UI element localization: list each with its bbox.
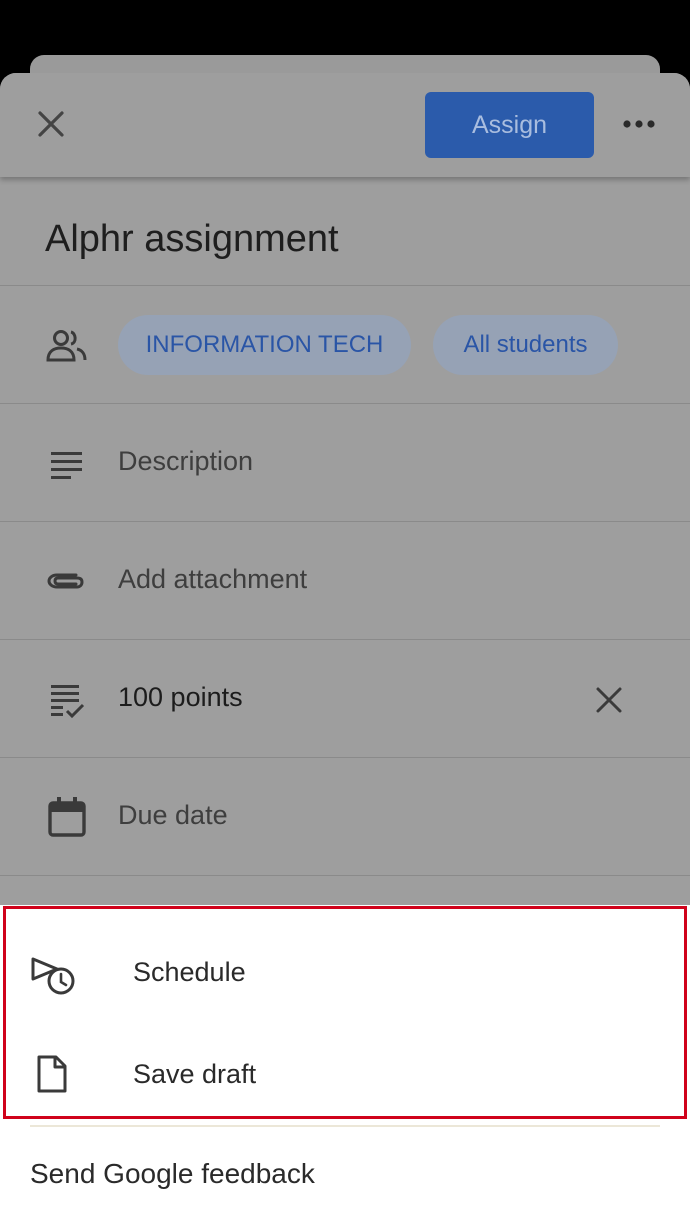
attachment-field[interactable]: Add attachment	[118, 564, 307, 595]
divider	[0, 639, 690, 640]
calendar-icon	[48, 797, 86, 837]
grading-icon	[51, 685, 85, 719]
divider	[0, 757, 690, 758]
schedule-menu-item[interactable]: Schedule	[133, 957, 246, 988]
menu-divider	[30, 1125, 660, 1127]
points-field[interactable]: 100 points	[118, 682, 243, 713]
description-field[interactable]: Description	[118, 446, 253, 477]
divider	[0, 521, 690, 522]
highlight-box	[3, 906, 687, 1119]
options-menu: Schedule Save draft Send Google feedback	[0, 905, 690, 1227]
assignment-title[interactable]: Alphr assignment	[45, 218, 339, 261]
divider	[0, 285, 690, 286]
description-icon	[51, 452, 82, 479]
draft-file-icon	[37, 1055, 67, 1093]
top-app-bar: Assign	[0, 73, 690, 177]
class-chip[interactable]: INFORMATION TECH	[118, 315, 411, 375]
schedule-send-icon	[31, 957, 75, 995]
divider	[0, 875, 690, 876]
divider	[0, 403, 690, 404]
students-chip[interactable]: All students	[433, 315, 618, 375]
save-draft-menu-item[interactable]: Save draft	[133, 1059, 256, 1090]
assign-button[interactable]: Assign	[425, 92, 594, 158]
people-icon	[46, 330, 87, 362]
attachment-icon	[47, 573, 84, 589]
clear-points-icon[interactable]	[592, 683, 626, 717]
due-date-field[interactable]: Due date	[118, 800, 228, 831]
send-feedback-menu-item[interactable]: Send Google feedback	[30, 1158, 315, 1190]
more-options-icon[interactable]	[618, 109, 660, 139]
close-icon[interactable]	[30, 103, 72, 145]
